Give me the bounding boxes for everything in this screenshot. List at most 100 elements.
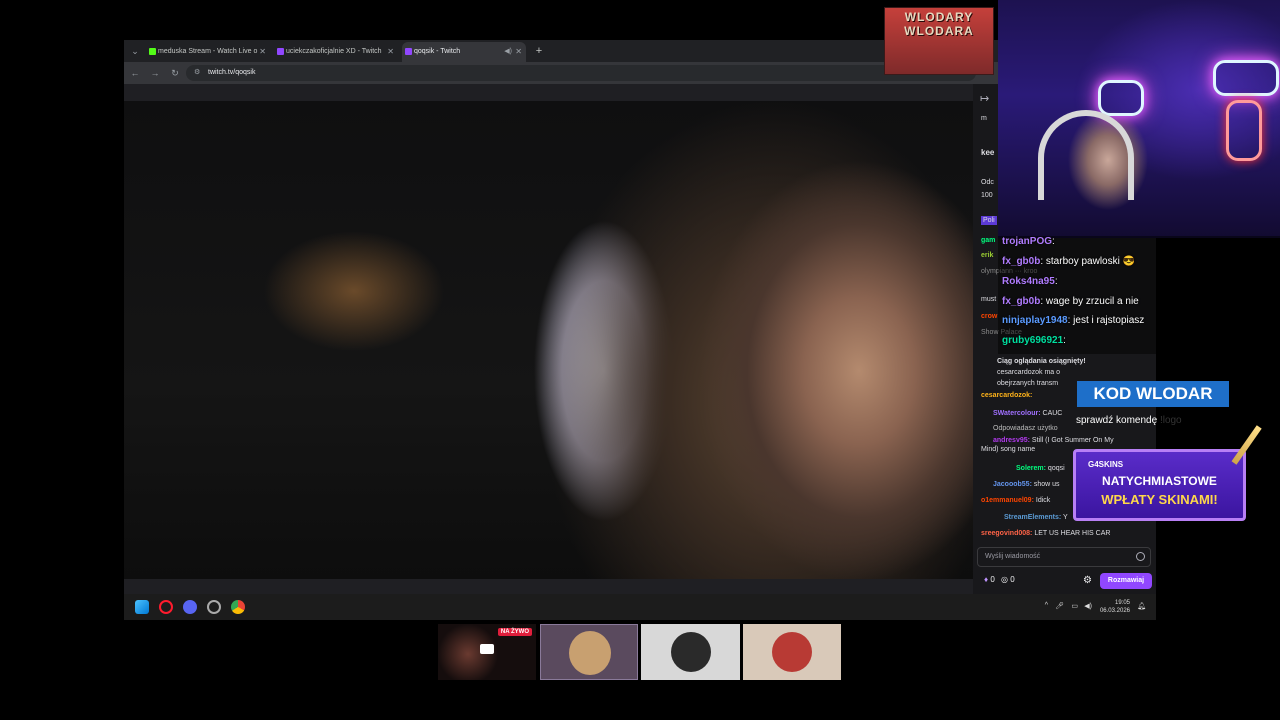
- send-chat-button[interactable]: Rozmawiaj: [1100, 573, 1152, 589]
- twitch-favicon-icon: [405, 48, 412, 55]
- skins-subline: WPŁATY SKINAMI!: [1101, 492, 1218, 507]
- close-tab-icon[interactable]: ✕: [259, 42, 266, 62]
- streamer-webcam: [998, 0, 1280, 238]
- clock-time: 19:05: [1114, 600, 1130, 606]
- tab-label: uciekczakoficjalnie XD - Twitch: [286, 48, 382, 55]
- neon-sign: [1213, 60, 1279, 96]
- bits-count: 0: [990, 575, 995, 584]
- overlay-chat-line: gruby696921:: [1002, 335, 1066, 346]
- mic-icon[interactable]: 🎤︎: [1055, 602, 1064, 610]
- live-badge: NA ŻYWO: [497, 628, 532, 636]
- command-hint-text: sprawdź komendę: [1076, 415, 1158, 426]
- screen-share-icon: [480, 644, 494, 654]
- start-icon[interactable]: [135, 600, 149, 614]
- discord-icon[interactable]: [183, 600, 197, 614]
- overlay-chat-line: trojanPOG:: [1002, 236, 1055, 247]
- new-tab-button[interactable]: +: [532, 42, 546, 60]
- tab-uciekczak[interactable]: uciekczakoficjalnie XD - Twitch ✕: [274, 42, 398, 62]
- chat-line: Poli: [981, 216, 997, 225]
- chat-message: Mind) song name: [981, 446, 1036, 453]
- tab-label: qoqsik - Twitch: [414, 48, 461, 55]
- points-icon: ◎: [1001, 575, 1008, 584]
- clock-date: 06.03.2026: [1099, 608, 1130, 614]
- steam-icon[interactable]: [207, 600, 221, 614]
- kick-favicon-icon: [149, 48, 156, 55]
- reload-icon[interactable]: ↻: [168, 66, 182, 80]
- tab-label: meduska Stream - Watch Live o: [158, 48, 258, 55]
- chat-line: kee: [981, 148, 995, 157]
- emote-picker-icon[interactable]: [1136, 552, 1145, 561]
- chat-input[interactable]: Wyślij wiadomość: [977, 547, 1151, 567]
- chat-message: Odpowiadasz użytko: [993, 425, 1058, 432]
- bits-icon: ♦: [984, 575, 989, 584]
- chat-message: gam: [981, 237, 996, 244]
- command-name: !logo: [1159, 415, 1182, 426]
- url-field[interactable]: ⚙ twitch.tv/qoqsik: [186, 65, 976, 81]
- channel-points[interactable]: ♦ 0 ◎ 0: [984, 575, 1015, 584]
- back-icon[interactable]: ←: [128, 66, 142, 80]
- avatar: [772, 632, 812, 672]
- speaker-icon[interactable]: ◀): [504, 42, 512, 62]
- skins-headline: NATYCHMIASTOWE: [1102, 474, 1217, 488]
- avatar: [671, 632, 711, 672]
- forward-icon[interactable]: →: [148, 66, 162, 80]
- overlay-chat-line: Roks4na95:: [1002, 276, 1058, 287]
- overlay-chat-line: fx_gb0b: wage by zrzucil a nie: [1002, 296, 1139, 307]
- clock[interactable]: 19:05 06.03.2026: [1100, 599, 1130, 615]
- promo-code-text: KOD WLODAR: [1093, 384, 1213, 403]
- tab-meduska[interactable]: meduska Stream - Watch Live o ✕: [146, 42, 270, 62]
- network-icon[interactable]: ▭: [1071, 602, 1078, 610]
- tab-bar: ⌄ meduska Stream - Watch Live o ✕ uciekc…: [124, 40, 999, 62]
- skins-logo: G4SKINS: [1088, 460, 1124, 469]
- promo-code-banner: KOD WLODAR: [1077, 381, 1229, 407]
- address-bar: ← → ↻ ⚙ twitch.tv/qoqsik: [124, 62, 999, 84]
- close-tab-icon[interactable]: ✕: [515, 42, 522, 62]
- site-info-icon[interactable]: ⚙: [194, 69, 202, 77]
- thumbnail-live[interactable]: NA ŻYWO: [438, 624, 536, 680]
- thumbnail-3[interactable]: [641, 624, 740, 680]
- twitch-favicon-icon: [277, 48, 284, 55]
- stream-video[interactable]: [124, 101, 973, 579]
- collapse-chat-icon[interactable]: ↦: [980, 92, 989, 105]
- taskbar: ^ 🎤︎ ▭ ◀) 🔔︎ 19:05 06.03.2026: [124, 594, 1156, 620]
- close-tab-icon[interactable]: ✕: [387, 42, 394, 62]
- chat-message: Solerem: qoqsi: [1016, 465, 1065, 472]
- wlodary-logo: WLODARY WLODARA: [884, 7, 994, 75]
- overlay-chat-line: ninjaplay1948: jest i rajstopiasz: [1002, 315, 1145, 326]
- chat-message: must: [981, 296, 997, 303]
- chat-line: Odc: [981, 179, 994, 186]
- volume-icon[interactable]: ◀): [1084, 602, 1092, 610]
- chat-line: m: [981, 115, 987, 122]
- chat-input-placeholder: Wyślij wiadomość: [985, 553, 1041, 560]
- notification-icon[interactable]: 🔔︎: [1137, 602, 1146, 610]
- chat-settings-icon[interactable]: ⚙: [1083, 575, 1092, 586]
- chrome-icon[interactable]: [231, 600, 245, 614]
- skins-ad-banner: G4SKINS NATYCHMIASTOWE WPŁATY SKINAMI!: [1073, 449, 1246, 521]
- chat-message: SWatercolour: CAUC: [993, 410, 1063, 417]
- chat-message: StreamElements: Y: [1004, 514, 1068, 521]
- points-count: 0: [1010, 575, 1015, 584]
- chat-message: sreegovind008: LET US HEAR HIS CAR: [981, 530, 1111, 537]
- chat-message: Jacooob55: show us: [993, 481, 1060, 488]
- chat-message: o1emmanuel09: Idick: [981, 497, 1051, 504]
- chat-message: crow: [981, 313, 998, 320]
- tab-search-icon[interactable]: ⌄: [128, 44, 142, 58]
- avatar: [569, 631, 611, 675]
- thumbnail-4[interactable]: [743, 624, 841, 680]
- chat-message: erik: [981, 252, 994, 259]
- command-hint: sprawdź komendę !logo: [1076, 415, 1182, 426]
- chat-message: andresv95: Still (I Got Summer On My: [993, 437, 1114, 444]
- tab-qoqsik[interactable]: qoqsik - Twitch ◀) ✕: [402, 42, 526, 62]
- chat-line: 100: [981, 192, 993, 199]
- neon-sign: [1226, 100, 1262, 161]
- thumbnail-2[interactable]: [540, 624, 638, 680]
- neon-sign: [1098, 80, 1144, 116]
- chat-message: Ciąg oglądania osiągnięty!: [997, 358, 1086, 365]
- headset-graphic: [1038, 110, 1134, 200]
- logo-text: WLODARY WLODARA: [904, 10, 974, 38]
- chat-message: cesarcardozok:: [981, 392, 1033, 399]
- chat-message: obejrzanych transm: [997, 380, 1059, 387]
- chevron-up-icon[interactable]: ^: [1045, 602, 1048, 609]
- sword-icon: [1231, 425, 1262, 465]
- opera-icon[interactable]: [159, 600, 173, 614]
